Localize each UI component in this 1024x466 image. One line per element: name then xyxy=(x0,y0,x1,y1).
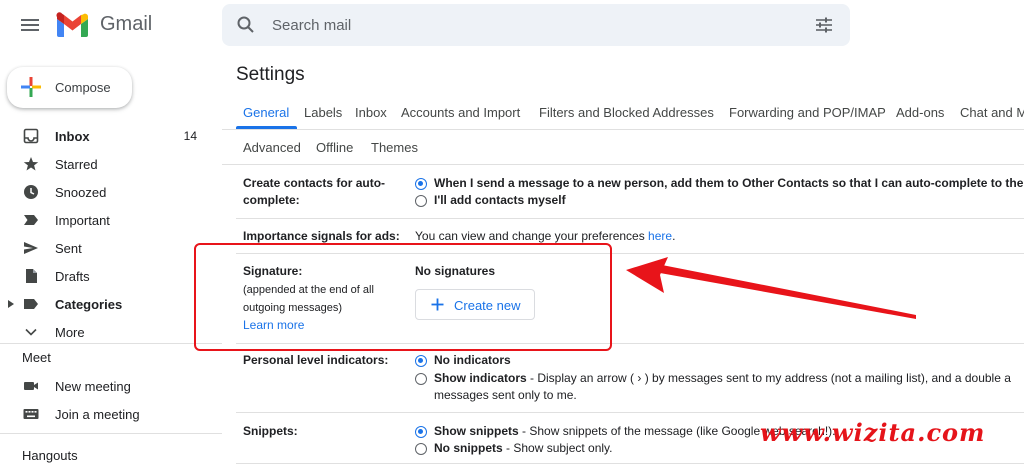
row-divider xyxy=(236,412,1024,413)
unread-count: 14 xyxy=(183,129,197,143)
expand-caret-icon[interactable] xyxy=(8,300,14,308)
chevron-down-icon xyxy=(25,328,37,336)
sidebar-item-sent[interactable]: Sent xyxy=(0,235,210,261)
snippets-label: Snippets: xyxy=(243,424,298,438)
option-label: No indicators xyxy=(434,353,511,367)
clock-icon xyxy=(24,185,38,199)
search-icon[interactable] xyxy=(236,15,256,35)
label-icon xyxy=(24,299,38,309)
option-description: messages sent only to me. xyxy=(434,388,577,402)
sidebar-item-important[interactable]: Important xyxy=(0,207,210,233)
importance-text: You can view and change your preferences xyxy=(415,229,649,243)
row-divider xyxy=(236,463,1024,464)
option-bold-text: Show snippets xyxy=(434,424,519,438)
search-input[interactable] xyxy=(270,14,770,36)
importance-preferences-link[interactable]: here xyxy=(648,229,672,243)
sidebar-item-label: Join a meeting xyxy=(55,407,140,422)
sidebar-item-label: New meeting xyxy=(55,379,131,394)
option-label: No snippets - Show subject only. xyxy=(434,440,613,457)
sidebar-item-label: Inbox xyxy=(55,129,90,144)
importance-suffix: . xyxy=(672,229,676,243)
tabs-divider xyxy=(222,129,1024,130)
sidebar-item-starred[interactable]: Starred xyxy=(0,151,210,177)
meet-heading: Meet xyxy=(22,350,51,365)
option-label: When I send a message to a new person, a… xyxy=(434,176,1024,190)
sidebar-item-new-meeting[interactable]: New meeting xyxy=(0,373,210,399)
option-bold-text: Show indicators xyxy=(434,371,527,385)
page-title: Settings xyxy=(236,64,305,85)
option-label: Show indicators - Display an arrow ( › )… xyxy=(434,370,1011,387)
tab-chat-and-meet[interactable]: Chat and M xyxy=(960,105,1024,120)
sidebar-item-label: Drafts xyxy=(55,269,90,284)
option-bold-text: No snippets xyxy=(434,441,503,455)
sidebar-item-snoozed[interactable]: Snoozed xyxy=(0,179,210,205)
tab-filters-and-blocked-addresses[interactable]: Filters and Blocked Addresses xyxy=(539,105,714,120)
label-line: complete: xyxy=(243,193,300,207)
radio-selected[interactable] xyxy=(415,178,427,190)
sidebar-item-label: Categories xyxy=(55,297,123,312)
inbox-icon xyxy=(23,128,39,144)
star-icon xyxy=(23,157,39,171)
sidebar-item-inbox[interactable]: Inbox 14 xyxy=(0,123,210,149)
sidebar-item-categories[interactable]: Categories xyxy=(0,291,210,317)
option-description: - Show subject only. xyxy=(502,441,613,455)
importance-signals-text: You can view and change your preferences… xyxy=(415,229,675,243)
tab-labels[interactable]: Labels xyxy=(304,105,342,120)
hangouts-heading: Hangouts xyxy=(22,448,78,463)
search-bar xyxy=(222,4,850,46)
tabs-divider xyxy=(222,164,1024,165)
personal-level-indicators-label: Personal level indicators: xyxy=(243,353,389,367)
tab-themes[interactable]: Themes xyxy=(371,140,418,155)
row-divider xyxy=(236,218,1024,219)
signature-highlight-box xyxy=(194,243,612,351)
main-menu-icon[interactable] xyxy=(20,15,40,35)
tab-add-ons[interactable]: Add-ons xyxy=(896,105,944,120)
radio-selected[interactable] xyxy=(415,355,427,367)
search-options-icon[interactable] xyxy=(814,15,834,35)
compose-button[interactable]: Compose xyxy=(7,67,132,108)
red-arrow-icon xyxy=(626,257,916,319)
tab-forwarding-and-pop-imap[interactable]: Forwarding and POP/IMAP xyxy=(729,105,886,120)
option-description: - Display an arrow ( › ) by messages sen… xyxy=(526,371,1011,385)
radio-unselected[interactable] xyxy=(415,373,427,385)
radio-unselected[interactable] xyxy=(415,195,427,207)
send-icon xyxy=(24,242,38,254)
app-name: Gmail xyxy=(100,13,153,35)
tab-general[interactable]: General xyxy=(243,105,289,120)
gmail-logo-icon[interactable] xyxy=(56,12,89,38)
sidebar-item-label: Sent xyxy=(55,241,82,256)
important-icon xyxy=(24,215,38,225)
sidebar-item-join-meeting[interactable]: Join a meeting xyxy=(0,401,210,427)
sidebar-item-label: Starred xyxy=(55,157,98,172)
sidebar-item-label: Important xyxy=(55,213,110,228)
tab-offline[interactable]: Offline xyxy=(316,140,353,155)
tab-inbox[interactable]: Inbox xyxy=(355,105,387,120)
radio-unselected[interactable] xyxy=(415,443,427,455)
sidebar-item-label: More xyxy=(55,325,85,340)
top-bar: Gmail xyxy=(0,0,1024,52)
label-line: Create contacts for auto- xyxy=(243,176,386,190)
tab-advanced[interactable]: Advanced xyxy=(243,140,301,155)
draft-icon xyxy=(26,269,37,283)
option-label: I'll add contacts myself xyxy=(434,193,566,207)
create-contacts-label: Create contacts for auto- complete: xyxy=(243,175,385,209)
radio-selected[interactable] xyxy=(415,426,427,438)
tab-accounts-and-import[interactable]: Accounts and Import xyxy=(401,105,520,120)
keyboard-icon xyxy=(23,409,39,419)
compose-plus-icon xyxy=(21,77,41,97)
sidebar-item-label: Snoozed xyxy=(55,185,107,200)
compose-label: Compose xyxy=(55,80,111,95)
sidebar-item-drafts[interactable]: Drafts xyxy=(0,263,210,289)
video-camera-icon xyxy=(24,382,38,390)
sidebar-item-more[interactable]: More xyxy=(0,319,210,345)
watermark: www.wizita.com xyxy=(760,418,986,447)
sidebar-divider xyxy=(0,433,222,434)
sidebar-divider xyxy=(0,343,222,344)
